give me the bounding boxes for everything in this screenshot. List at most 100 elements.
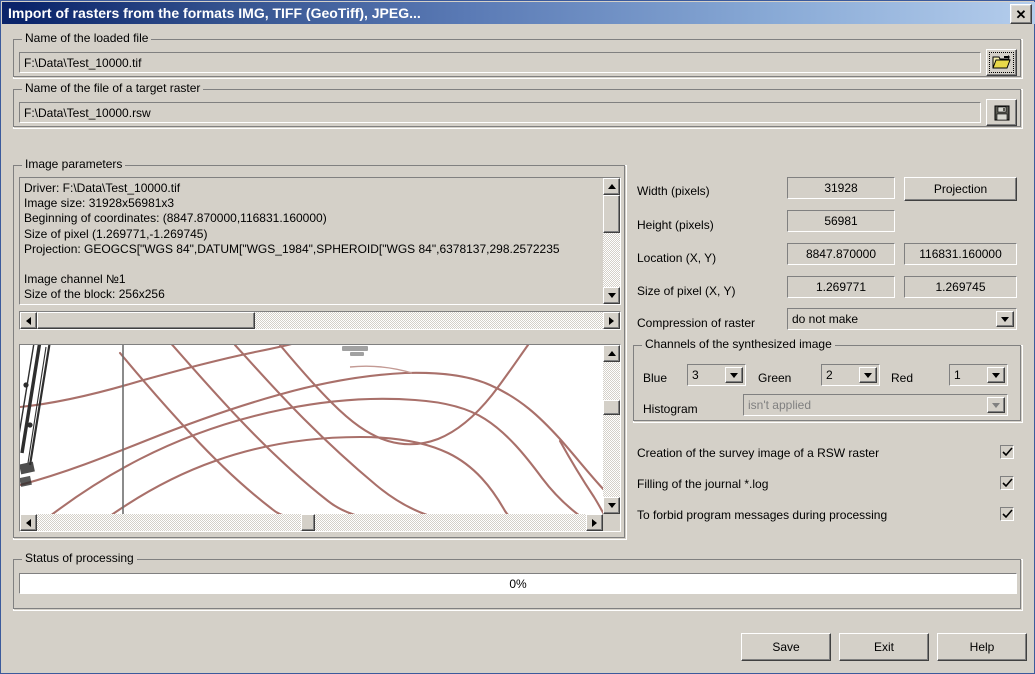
loaded-file-value: F:\Data\Test_10000.tif <box>24 55 142 70</box>
red-channel-select[interactable]: 1 <box>949 364 1008 386</box>
histogram-value: isn't applied <box>748 398 811 412</box>
blue-channel-select[interactable]: 3 <box>687 364 746 386</box>
scroll-right-button[interactable] <box>586 514 603 531</box>
arrow-down-icon <box>607 503 616 508</box>
scrollbar-thumb[interactable] <box>301 514 315 531</box>
param-line: Driver: F:\Data\Test_10000.tif <box>24 181 181 195</box>
loaded-file-input[interactable]: F:\Data\Test_10000.tif <box>19 52 981 73</box>
green-channel-value: 2 <box>826 368 833 382</box>
green-channel-select[interactable]: 2 <box>821 364 880 386</box>
height-label: Height (pixels) <box>637 218 714 232</box>
projection-button[interactable]: Projection <box>904 177 1017 201</box>
channels-group-label: Channels of the synthesized image <box>642 338 835 350</box>
target-file-input[interactable]: F:\Data\Test_10000.rsw <box>19 102 981 123</box>
check-icon <box>1002 509 1013 519</box>
width-label: Width (pixels) <box>637 184 710 198</box>
pixel-size-y-value: 1.269745 <box>935 280 986 294</box>
param-line: Size of pixel (1.269771,-1.269745) <box>24 226 208 241</box>
compression-value: do not make <box>792 312 859 326</box>
location-label: Location (X, Y) <box>637 251 717 265</box>
arrow-left-icon <box>26 316 31 325</box>
scrollbar-thumb[interactable] <box>603 400 620 415</box>
image-parameters-group-label: Image parameters <box>22 158 126 170</box>
param-line <box>24 257 603 272</box>
width-value: 31928 <box>824 181 858 195</box>
scroll-up-button[interactable] <box>603 345 620 362</box>
pixel-size-x-field: 1.269771 <box>787 276 895 298</box>
chevron-down-icon[interactable] <box>859 367 877 383</box>
width-value-field: 31928 <box>787 177 895 199</box>
red-channel-value: 1 <box>954 368 961 382</box>
scroll-down-button[interactable] <box>603 287 620 304</box>
option-label-survey-image: Creation of the survey image of a RSW ra… <box>637 446 880 460</box>
browse-loaded-file-button[interactable] <box>986 49 1017 76</box>
scroll-down-button[interactable] <box>603 497 620 514</box>
arrow-right-icon <box>609 316 614 325</box>
save-target-file-button[interactable] <box>986 99 1017 126</box>
red-label: Red <box>891 371 914 385</box>
chevron-down-icon[interactable] <box>996 311 1014 327</box>
open-folder-icon <box>992 55 1011 70</box>
save-button[interactable]: Save <box>741 633 831 661</box>
scrollbar-corner <box>603 514 620 531</box>
chevron-down-icon[interactable] <box>987 367 1005 383</box>
loaded-file-group-label: Name of the loaded file <box>22 32 152 44</box>
raster-preview[interactable] <box>19 344 621 532</box>
scrollbar-thumb[interactable] <box>603 195 620 233</box>
import-rasters-dialog: Import of rasters from the formats IMG, … <box>0 0 1035 674</box>
param-line: Projection: GEOGCS["WGS 84",DATUM["WGS_1… <box>24 241 560 256</box>
scroll-right-button[interactable] <box>603 312 620 329</box>
help-button[interactable]: Help <box>937 633 1027 661</box>
histogram-label: Histogram <box>643 402 698 416</box>
pixel-size-y-field: 1.269745 <box>904 276 1017 298</box>
image-parameters-text: Driver: F:\Data\Test_10000.tif Image siz… <box>20 178 603 304</box>
checkbox-forbid-messages[interactable] <box>1000 507 1014 521</box>
check-icon <box>1002 447 1013 457</box>
histogram-select[interactable]: isn't applied <box>743 394 1008 416</box>
arrow-left-icon <box>26 518 31 527</box>
save-button-label: Save <box>772 640 800 654</box>
location-y-field: 116831.160000 <box>904 243 1017 265</box>
scroll-up-button[interactable] <box>603 178 620 195</box>
image-parameters-textbox[interactable]: Driver: F:\Data\Test_10000.tif Image siz… <box>19 177 621 305</box>
height-value: 56981 <box>824 214 858 228</box>
param-line: Beginning of coordinates: (8847.870000,1… <box>24 211 327 226</box>
chevron-down-icon[interactable] <box>987 397 1005 413</box>
checkbox-journal-log[interactable] <box>1000 476 1014 490</box>
arrow-up-icon <box>607 184 616 189</box>
pixel-size-label: Size of pixel (X, Y) <box>637 284 736 298</box>
floppy-disk-icon <box>994 105 1010 121</box>
checkbox-survey-image[interactable] <box>1000 445 1014 459</box>
chevron-down-icon[interactable] <box>725 367 743 383</box>
scrollbar-thumb[interactable] <box>37 312 255 329</box>
target-file-group-label: Name of the file of a target raster <box>22 82 204 94</box>
help-button-label: Help <box>969 640 995 654</box>
progress-bar: 0% <box>19 573 1017 594</box>
exit-button[interactable]: Exit <box>839 633 929 661</box>
location-x-field: 8847.870000 <box>787 243 895 265</box>
params-vertical-scrollbar[interactable] <box>603 178 620 304</box>
scroll-left-button[interactable] <box>20 312 37 329</box>
params-horizontal-scrollbar[interactable] <box>19 311 621 330</box>
param-line: Image size: 31928x56981x3 <box>24 196 175 211</box>
location-y-value: 116831.160000 <box>919 247 1002 261</box>
window-title: Import of rasters from the formats IMG, … <box>8 5 421 21</box>
height-value-field: 56981 <box>787 210 895 232</box>
close-button[interactable]: ✕ <box>1010 4 1032 24</box>
blue-label: Blue <box>643 371 668 385</box>
close-icon: ✕ <box>1015 6 1027 22</box>
scroll-left-button[interactable] <box>20 514 37 531</box>
arrow-right-icon <box>592 518 597 527</box>
location-x-value: 8847.870000 <box>805 247 877 261</box>
blue-channel-value: 3 <box>692 368 699 382</box>
preview-horizontal-scrollbar[interactable] <box>20 514 603 531</box>
preview-map-image <box>20 345 603 514</box>
param-line: Image channel №1 <box>24 272 126 287</box>
preview-canvas <box>20 345 603 514</box>
projection-button-label: Projection <box>933 182 988 196</box>
green-label: Green <box>758 371 792 385</box>
compression-select[interactable]: do not make <box>787 308 1017 330</box>
exit-button-label: Exit <box>873 640 894 654</box>
preview-vertical-scrollbar[interactable] <box>603 345 620 514</box>
target-file-value: F:\Data\Test_10000.rsw <box>24 105 151 120</box>
